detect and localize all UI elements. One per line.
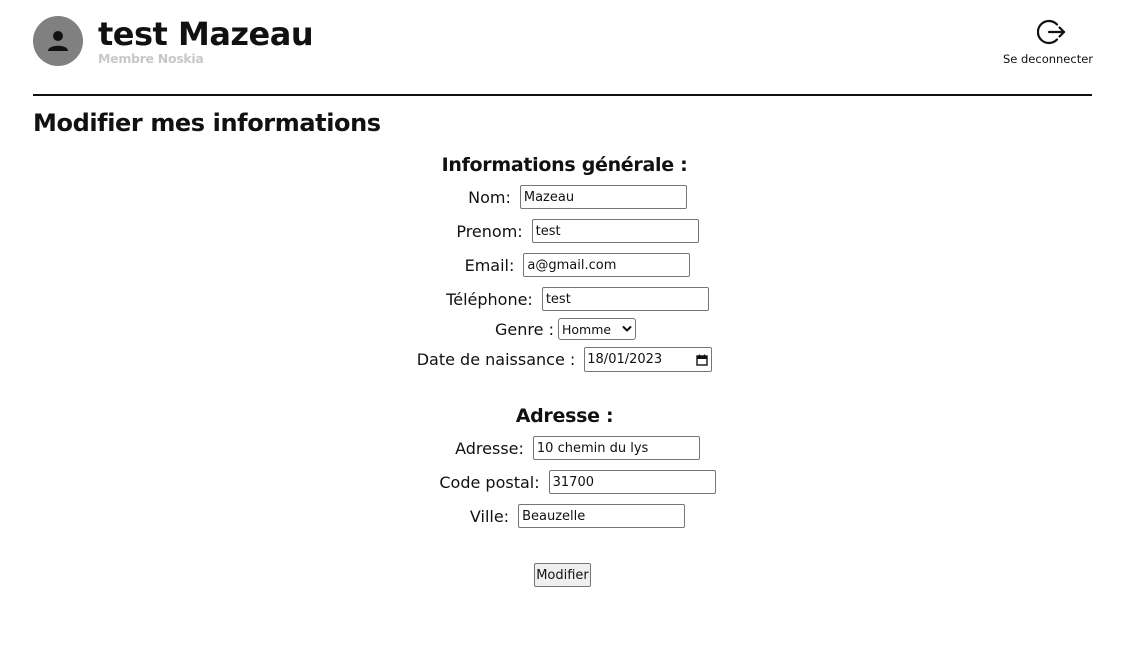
adresse-label: Adresse:: [455, 438, 524, 458]
genre-select[interactable]: Homme: [557, 318, 636, 340]
email-row: Email:: [0, 252, 1129, 278]
naissance-date-input[interactable]: 18/01/2023: [584, 346, 713, 372]
telephone-input[interactable]: [541, 287, 709, 311]
prenom-input[interactable]: [531, 219, 699, 243]
logout-label: Se deconnecter: [1002, 52, 1094, 66]
ville-input[interactable]: [518, 504, 686, 528]
nom-input[interactable]: [519, 185, 687, 209]
address-section-title: Adresse :: [515, 405, 614, 427]
naissance-label: Date de naissance :: [416, 349, 576, 369]
adresse-input[interactable]: [532, 436, 700, 460]
naissance-row: Date de naissance : 18/01/2023: [0, 346, 1129, 372]
nom-row: Nom:: [0, 184, 1129, 210]
email-label: Email:: [464, 255, 515, 275]
genre-select-value: Homme: [561, 322, 612, 337]
genre-row: Genre : Homme: [0, 316, 1129, 342]
user-role: Membre Noskia: [98, 51, 204, 66]
chevron-down-icon: [622, 326, 632, 332]
ville-row: Ville:: [0, 503, 1129, 529]
ville-label: Ville:: [469, 506, 510, 526]
general-section-title: Informations générale :: [441, 154, 688, 176]
avatar: [33, 16, 83, 66]
code-postal-row: Code postal:: [0, 469, 1129, 495]
genre-label: Genre :: [495, 319, 554, 339]
code-postal-input[interactable]: [548, 470, 716, 494]
logout-button[interactable]: Se deconnecter: [995, 14, 1101, 70]
prenom-row: Prenom:: [0, 218, 1129, 244]
adresse-row: Adresse:: [0, 435, 1129, 461]
calendar-icon[interactable]: [696, 354, 708, 366]
telephone-label: Téléphone:: [446, 289, 533, 309]
page-title: Modifier mes informations: [33, 109, 381, 137]
logout-icon: [1037, 19, 1066, 45]
prenom-label: Prenom:: [456, 221, 523, 241]
user-name: test Mazeau: [98, 15, 314, 53]
modifier-button[interactable]: Modifier: [534, 563, 591, 587]
nom-label: Nom:: [468, 187, 511, 207]
telephone-row: Téléphone:: [0, 286, 1129, 312]
code-postal-label: Code postal:: [439, 472, 540, 492]
person-icon: [48, 31, 68, 51]
email-input[interactable]: [523, 253, 691, 277]
naissance-date-value: 18/01/2023: [587, 351, 663, 367]
header-divider: [33, 94, 1092, 96]
